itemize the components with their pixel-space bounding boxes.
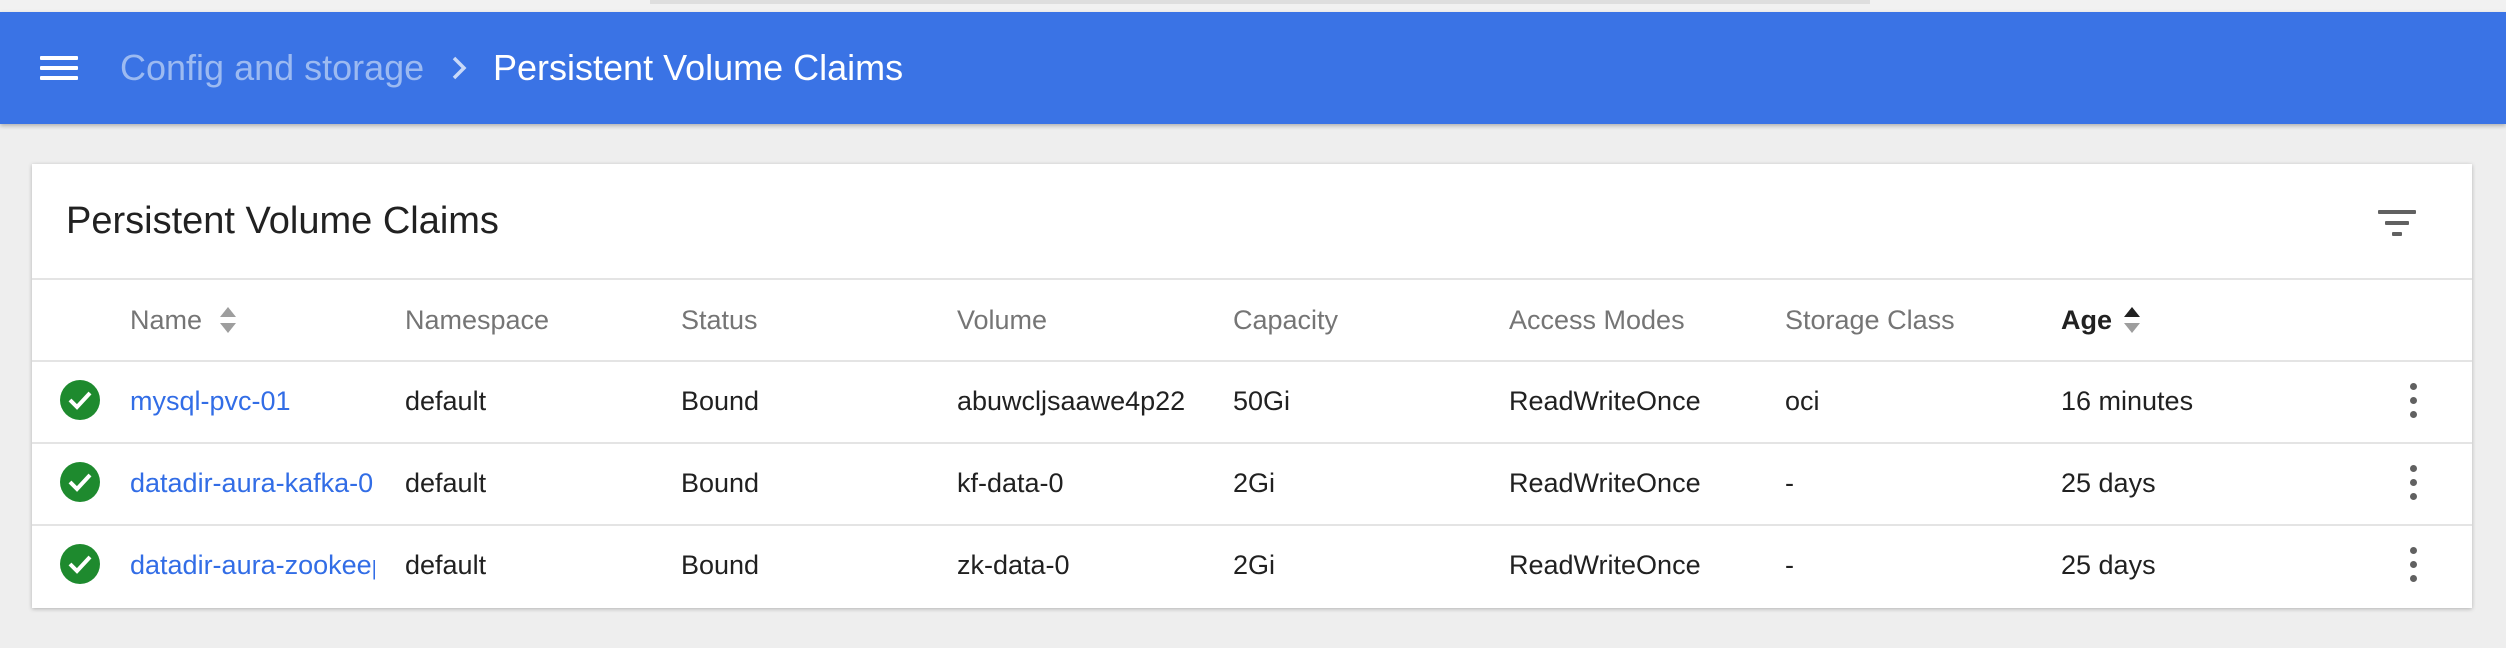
column-header-capacity: Capacity (1233, 305, 1339, 335)
capacity-cell: 50Gi (1233, 386, 1291, 416)
access-modes-cell: ReadWriteOnce (1509, 550, 1701, 580)
scroll-indicator (650, 0, 1870, 4)
app-toolbar: Config and storage Persistent Volume Cla… (0, 12, 2506, 124)
hamburger-menu-icon[interactable] (40, 52, 80, 84)
pvc-name-link[interactable]: datadir-aura-zookeeper-0 (130, 545, 375, 585)
filter-list-icon[interactable] (2372, 204, 2422, 244)
capacity-cell: 2Gi (1233, 468, 1276, 498)
access-modes-cell: ReadWriteOnce (1509, 468, 1701, 498)
divider (32, 524, 2472, 526)
pvc-card: Persistent Volume Claims Name Namespace … (32, 164, 2472, 608)
sort-icon[interactable] (218, 305, 238, 335)
volume-cell: zk-data-0 (957, 550, 1070, 580)
more-vert-icon[interactable] (2398, 461, 2428, 505)
card-title: Persistent Volume Claims (66, 200, 499, 242)
divider (32, 360, 2472, 362)
status-cell: Bound (681, 550, 760, 580)
access-modes-cell: ReadWriteOnce (1509, 386, 1701, 416)
sort-icon[interactable] (2122, 305, 2142, 335)
breadcrumb-current: Persistent Volume Claims (493, 47, 904, 88)
divider (32, 442, 2472, 444)
namespace-cell: default (405, 550, 487, 580)
column-header-volume: Volume (957, 305, 1048, 335)
storage-class-cell: oci (1785, 386, 1820, 416)
namespace-cell: default (405, 386, 487, 416)
column-header-age[interactable]: Age (2061, 300, 2112, 340)
column-header-access-modes: Access Modes (1509, 305, 1685, 335)
namespace-cell: default (405, 468, 487, 498)
browser-top-strip (0, 0, 2506, 12)
pvc-name-link[interactable]: datadir-aura-kafka-0 (130, 463, 375, 503)
column-header-namespace: Namespace (405, 305, 550, 335)
age-cell: 16 minutes (2061, 386, 2194, 416)
column-header-status: Status (681, 305, 758, 335)
pvc-name-link[interactable]: mysql-pvc-01 (130, 381, 400, 421)
status-cell: Bound (681, 386, 760, 416)
check-circle-icon (60, 544, 100, 584)
more-vert-icon[interactable] (2398, 543, 2428, 587)
check-circle-icon (60, 380, 100, 420)
status-cell: Bound (681, 468, 760, 498)
chevron-right-icon (452, 56, 467, 80)
volume-cell: kf-data-0 (957, 468, 1064, 498)
breadcrumb-parent-link[interactable]: Config and storage (120, 42, 424, 94)
storage-class-cell: - (1785, 468, 1794, 498)
column-header-name[interactable]: Name (130, 300, 202, 340)
age-cell: 25 days (2061, 550, 2156, 580)
check-circle-icon (60, 462, 100, 502)
storage-class-cell: - (1785, 550, 1794, 580)
divider (32, 278, 2472, 280)
capacity-cell: 2Gi (1233, 550, 1276, 580)
volume-cell: abuwcljsaawe4p22 (957, 386, 1186, 416)
column-header-storage-class: Storage Class (1785, 305, 1955, 335)
age-cell: 25 days (2061, 468, 2156, 498)
more-vert-icon[interactable] (2398, 379, 2428, 423)
